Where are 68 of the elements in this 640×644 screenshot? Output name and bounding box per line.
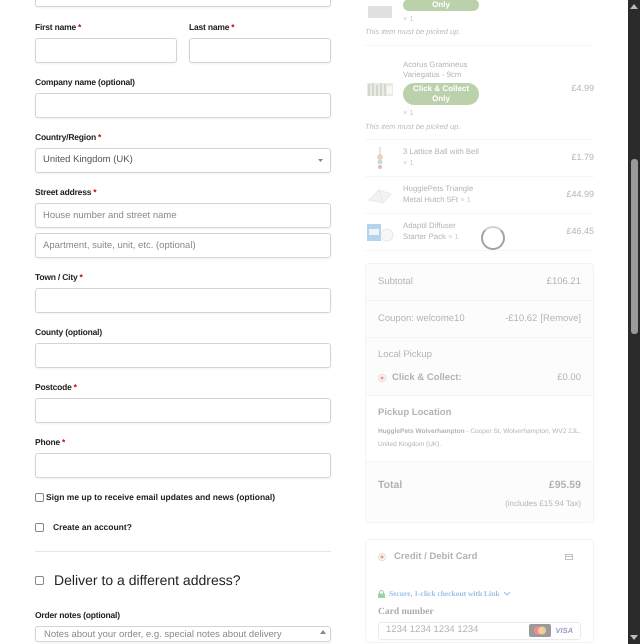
field-label: Company name (optional) <box>35 76 135 88</box>
select-value: United Kingdom (UK) <box>43 153 133 168</box>
checkbox[interactable] <box>35 522 44 532</box>
field-label: Card number <box>378 606 435 620</box>
field-label: Town / City <box>35 271 78 283</box>
notes-field[interactable]: Notes about your order, e.g. special notes about delivery <box>35 626 331 642</box>
required-mark: * <box>231 21 234 33</box>
required-mark: * <box>78 21 82 33</box>
required-mark: * <box>62 436 66 448</box>
section-title: Pickup Location <box>378 406 452 420</box>
amount: -£10.62 <box>505 312 538 326</box>
option-label[interactable]: Click & Collect: <box>392 370 462 385</box>
shipping-title: Local Pickup <box>378 348 433 362</box>
required-mark: * <box>93 186 96 198</box>
total-label: Subtotal <box>378 274 413 289</box>
total-label: Total <box>378 478 402 494</box>
radio-button[interactable] <box>378 552 386 561</box>
remove-link[interactable]: [Remove] <box>540 312 581 326</box>
payment-method[interactable]: Credit / Debit Card <box>394 550 478 564</box>
field-label: Order notes (optional) <box>35 608 121 620</box>
required-mark: * <box>80 271 83 283</box>
radio-button[interactable] <box>378 374 386 382</box>
placeholder-text: Notes about your order, e.g. special notes about delivery <box>44 628 282 640</box>
pickup-badge: Click & Collect Only <box>403 83 479 106</box>
scroll-up-icon <box>320 630 326 634</box>
caret-icon <box>318 159 323 162</box>
field-label: Phone <box>35 436 60 448</box>
input-field[interactable] <box>35 398 331 423</box>
required-mark: * <box>98 131 102 143</box>
tax-note: (includes £15.94 Tax) <box>504 498 581 510</box>
input-field[interactable]: Apartment, suite, unit, etc. (optional) <box>35 233 331 258</box>
price: £46.45 <box>566 225 594 238</box>
input-field[interactable] <box>35 93 331 118</box>
input-field[interactable] <box>35 453 331 478</box>
checkbox[interactable] <box>35 576 44 584</box>
lock-icon <box>378 590 385 598</box>
coupon-label: Coupon: welcome10 <box>378 312 465 326</box>
chevron-icon <box>504 592 510 596</box>
required-mark: * <box>74 381 77 393</box>
field-label: Country/Region <box>35 131 96 143</box>
input-field[interactable] <box>35 343 331 368</box>
pickup-badge: Only <box>403 0 479 11</box>
field-label: Last name <box>189 21 230 33</box>
select-field[interactable]: United Kingdom (UK) <box>35 148 331 173</box>
scroll-up-icon[interactable] <box>630 3 638 9</box>
field-label: Postcode <box>35 381 72 393</box>
price: £4.99 <box>571 82 594 96</box>
price: £44.99 <box>566 188 594 202</box>
field-label: First name <box>35 21 76 33</box>
field-label: County (optional) <box>35 326 102 338</box>
checkbox[interactable] <box>35 492 44 502</box>
total-amount: £95.59 <box>548 478 581 494</box>
scroll-down-icon[interactable] <box>630 635 638 641</box>
card-icon <box>565 554 573 560</box>
mastercard-icon <box>529 624 552 638</box>
input-field[interactable] <box>35 38 177 63</box>
amount: £106.21 <box>546 274 581 289</box>
price: £1.79 <box>571 151 594 164</box>
scrollbar-thumb[interactable] <box>630 159 638 334</box>
checkbox-label[interactable]: Create an account? <box>53 520 132 534</box>
placeholder-text: 1234 1234 1234 1234 <box>386 623 478 638</box>
amount: £0.00 <box>557 370 581 385</box>
field-label: Street address <box>35 186 92 198</box>
input-field[interactable] <box>189 38 331 63</box>
input-field[interactable]: House number and street name <box>35 203 331 228</box>
input-field[interactable] <box>35 288 331 313</box>
checkbox-label[interactable]: Deliver to a different address? <box>54 570 241 590</box>
checkbox-label[interactable]: Sign me up to receive email updates and news (optional) <box>46 491 276 504</box>
